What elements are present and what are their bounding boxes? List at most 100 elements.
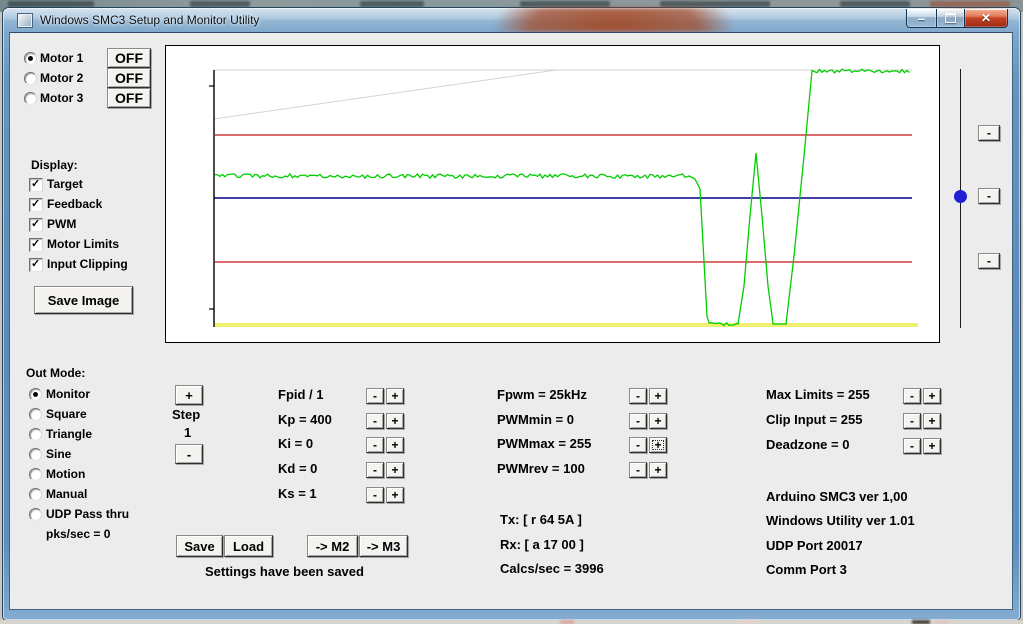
utility-version-text: Windows Utility ver 1.01 — [766, 514, 915, 528]
lower-limit-minus-button[interactable]: - — [978, 253, 1000, 269]
minimize-icon: – — [918, 12, 925, 25]
motor1-radio[interactable] — [24, 52, 37, 65]
deadzone-label: Deadzone = 0 — [766, 438, 849, 452]
minimize-button[interactable]: – — [906, 9, 937, 28]
clip-input-plus-button[interactable]: + — [923, 413, 941, 429]
pwm-checkbox[interactable]: ✓ — [29, 218, 43, 232]
motor3-label: Motor 3 — [40, 92, 83, 105]
fpid-plus-button[interactable]: + — [386, 388, 404, 404]
rx-value: Rx: [ a 17 00 ] — [500, 538, 584, 552]
max-limits-minus-button[interactable]: - — [903, 388, 921, 404]
kp-minus-button[interactable]: - — [366, 413, 384, 429]
target-checkbox-label: Target — [47, 178, 83, 191]
desktop-smudge — [935, 620, 949, 624]
out-mode-sine-radio[interactable] — [29, 448, 42, 461]
pwm-checkbox-label: PWM — [47, 218, 76, 231]
pwmmax-plus-button[interactable]: + — [649, 437, 667, 453]
out-mode-udp-pass-thru-label: UDP Pass thru — [46, 508, 129, 521]
desktop-smudge — [560, 620, 574, 624]
input-clipping-checkbox[interactable]: ✓ — [29, 258, 43, 272]
maximize-button[interactable] — [936, 9, 965, 28]
app-icon — [17, 13, 33, 28]
motor2-off-button[interactable]: OFF — [107, 68, 151, 88]
save-button[interactable]: Save — [176, 535, 223, 557]
fpwm-minus-button[interactable]: - — [629, 388, 647, 404]
motor-limits-checkbox[interactable]: ✓ — [29, 238, 43, 252]
desktop-smudge — [912, 620, 930, 624]
titlebar[interactable]: Windows SMC3 Setup and Monitor Utility –… — [3, 8, 1020, 32]
pwmmin-plus-button[interactable]: + — [649, 413, 667, 429]
motor2-radio[interactable] — [24, 72, 37, 85]
kp-plus-button[interactable]: + — [386, 413, 404, 429]
out-mode-triangle-radio[interactable] — [29, 428, 42, 441]
save-status-text: Settings have been saved — [205, 565, 364, 579]
firmware-version-text: Arduino SMC3 ver 1,00 — [766, 490, 908, 504]
ks-plus-button[interactable]: + — [386, 487, 404, 503]
fpid-minus-button[interactable]: - — [366, 388, 384, 404]
desktop-showthrough — [455, 8, 773, 32]
out-mode-motion-label: Motion — [46, 468, 85, 481]
graph-slider-thumb[interactable] — [954, 190, 967, 203]
step-plus-button[interactable]: + — [175, 385, 203, 405]
deadzone-minus-button[interactable]: - — [903, 438, 921, 454]
fpid-label: Fpid / 1 — [278, 388, 324, 402]
step-minus-button[interactable]: - — [175, 444, 203, 464]
ks-minus-button[interactable]: - — [366, 487, 384, 503]
screen: Windows SMC3 Setup and Monitor Utility –… — [0, 0, 1023, 624]
kd-minus-button[interactable]: - — [366, 462, 384, 478]
kd-label: Kd = 0 — [278, 462, 317, 476]
close-button[interactable]: ✕ — [964, 9, 1008, 28]
out-mode-triangle-label: Triangle — [46, 428, 92, 441]
center-minus-button[interactable]: - — [978, 188, 1000, 204]
desktop-smudge — [520, 1, 610, 7]
desktop-smudge — [660, 1, 770, 7]
copy-to-m2-button[interactable]: -> M2 — [307, 535, 358, 557]
pwmrev-minus-button[interactable]: - — [629, 462, 647, 478]
tx-value: Tx: [ r 64 5A ] — [500, 513, 582, 527]
motor3-radio[interactable] — [24, 92, 37, 105]
motor1-off-button[interactable]: OFF — [107, 48, 151, 68]
monitor-graph-panel — [165, 45, 940, 343]
display-section-title: Display: — [31, 159, 78, 172]
motor1-label: Motor 1 — [40, 52, 83, 65]
upper-limit-minus-button[interactable]: - — [978, 125, 1000, 141]
desktop-smudge — [360, 1, 424, 7]
checkmark-icon: ✓ — [31, 237, 40, 250]
ki-label: Ki = 0 — [278, 437, 313, 451]
ki-minus-button[interactable]: - — [366, 437, 384, 453]
radio-dot-icon — [33, 392, 38, 397]
out-mode-motion-radio[interactable] — [29, 468, 42, 481]
pks-per-sec-label: pks/sec = 0 — [46, 528, 110, 541]
fpwm-plus-button[interactable]: + — [649, 388, 667, 404]
clip-input-minus-button[interactable]: - — [903, 413, 921, 429]
clip-input-label: Clip Input = 255 — [766, 413, 862, 427]
motor3-off-button[interactable]: OFF — [107, 88, 151, 108]
out-mode-monitor-label: Monitor — [46, 388, 90, 401]
pwmmin-minus-button[interactable]: - — [629, 413, 647, 429]
pwmmax-minus-button[interactable]: - — [629, 437, 647, 453]
out-mode-udp-pass-thru-radio[interactable] — [29, 508, 42, 521]
fpwm-label: Fpwm = 25kHz — [497, 388, 587, 402]
target-checkbox[interactable]: ✓ — [29, 178, 43, 192]
kd-plus-button[interactable]: + — [386, 462, 404, 478]
checkmark-icon: ✓ — [31, 217, 40, 230]
deadzone-plus-button[interactable]: + — [923, 438, 941, 454]
out-mode-section-title: Out Mode: — [26, 367, 85, 380]
ki-plus-button[interactable]: + — [386, 437, 404, 453]
max-limits-label: Max Limits = 255 — [766, 388, 870, 402]
save-image-button[interactable]: Save Image — [34, 286, 133, 314]
out-mode-square-radio[interactable] — [29, 408, 42, 421]
pwmrev-plus-button[interactable]: + — [649, 462, 667, 478]
desktop-smudge — [8, 1, 94, 7]
feedback-checkbox[interactable]: ✓ — [29, 198, 43, 212]
out-mode-monitor-radio[interactable] — [29, 388, 42, 401]
monitor-graph — [166, 46, 937, 340]
out-mode-manual-radio[interactable] — [29, 488, 42, 501]
load-button[interactable]: Load — [224, 535, 273, 557]
copy-to-m3-button[interactable]: -> M3 — [359, 535, 408, 557]
desktop-smudge — [740, 620, 756, 624]
max-limits-plus-button[interactable]: + — [923, 388, 941, 404]
checkmark-icon: ✓ — [31, 177, 40, 190]
maximize-icon — [945, 13, 956, 23]
out-mode-square-label: Square — [46, 408, 87, 421]
